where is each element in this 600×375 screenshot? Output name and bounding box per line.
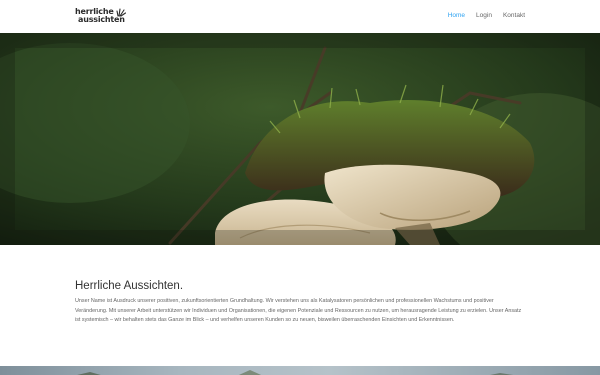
main-nav: Home Login Kontakt xyxy=(448,12,525,19)
nav-home-link[interactable]: Home xyxy=(448,12,465,19)
site-header: herrliche aussichten Home Login Kontakt xyxy=(0,0,600,33)
next-section-image xyxy=(0,366,600,375)
site-logo[interactable]: herrliche aussichten xyxy=(75,6,126,27)
landscape-photo-strip xyxy=(77,370,514,375)
hero-slider[interactable] xyxy=(0,33,600,245)
intro-section: Herrliche Aussichten. Unser Name ist Aus… xyxy=(75,279,525,326)
intro-paragraph: Unser Name ist Ausdruck unserer positive… xyxy=(75,298,522,324)
sun-rays-icon xyxy=(116,8,126,17)
intro-heading: Herrliche Aussichten. xyxy=(75,280,184,292)
nav-login-link[interactable]: Login xyxy=(476,12,492,19)
hero-slide-image xyxy=(0,33,600,245)
nav-kontakt-link[interactable]: Kontakt xyxy=(503,12,525,19)
